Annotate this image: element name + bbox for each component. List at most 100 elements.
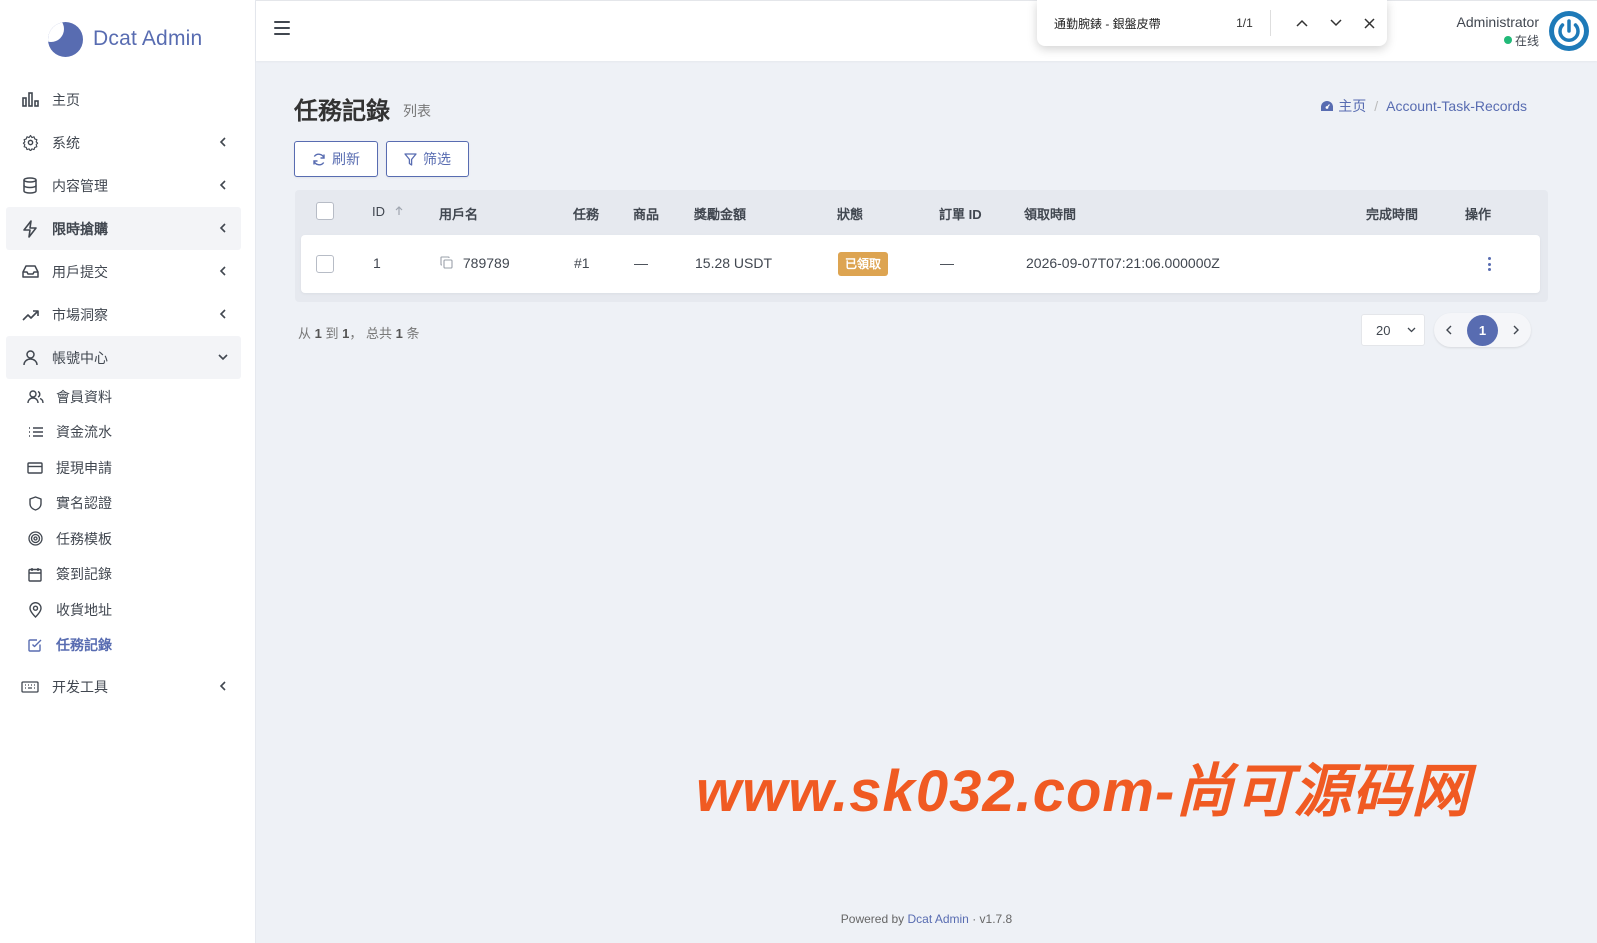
breadcrumb: 主页 / Account-Task-Records <box>1320 96 1527 116</box>
sidebar-item-account-center[interactable]: 帳號中心 <box>6 336 241 379</box>
pagination: 1 <box>1434 313 1531 347</box>
chevron-left-icon <box>219 309 226 319</box>
footer-link[interactable]: Dcat Admin <box>907 912 968 926</box>
sidebar-item-content[interactable]: 内容管理 <box>6 164 241 207</box>
column-header-completed-at: 完成時間 <box>1366 207 1419 222</box>
sidebar-subitem-verification[interactable]: 實名認證 <box>0 486 255 522</box>
sidebar-item-system[interactable]: 系统 <box>6 121 241 164</box>
summary-total-label: ， 总共 <box>349 326 392 341</box>
next-page-button[interactable] <box>1507 321 1525 339</box>
close-icon <box>1364 17 1375 29</box>
copy-icon[interactable] <box>440 256 453 269</box>
watermark: www.sk032.com-尚可源码网 <box>696 759 1471 824</box>
sidebar-subitem-label: 任務模板 <box>56 530 112 547</box>
find-next-button[interactable] <box>1319 10 1353 36</box>
sidebar-item-submissions[interactable]: 用戶提交 <box>6 250 241 293</box>
summary-total: 1 <box>395 326 403 341</box>
sidebar-subitem-checkin-records[interactable]: 簽到記錄 <box>0 557 255 593</box>
chevron-left-icon <box>219 137 226 147</box>
footer-powered-by: Powered by <box>840 912 905 926</box>
chevron-left-icon <box>219 180 226 190</box>
sidebar-item-flash-sale[interactable]: 限時搶購 <box>6 207 241 250</box>
list-icon <box>26 423 44 441</box>
sidebar-menu: 主页 系统 内容管理 限時搶購 用戶提交 市場洞察 帳號中心 <box>0 78 255 379</box>
sidebar-item-home[interactable]: 主页 <box>6 78 241 121</box>
sidebar-item-label: 帳號中心 <box>52 349 108 366</box>
check-square-icon <box>26 636 44 654</box>
previous-page-button[interactable] <box>1440 321 1458 339</box>
refresh-label: 刷新 <box>332 151 360 167</box>
cell-id: 1 <box>373 255 381 271</box>
status-badge: 已領取 <box>838 252 889 276</box>
find-bar: 通勤腕錶 - 銀盤皮帶 1/1 <box>1037 0 1387 46</box>
sidebar-item-label: 主页 <box>52 91 80 108</box>
find-count: 1/1 <box>1236 16 1253 30</box>
sidebar-item-label: 用戶提交 <box>52 263 108 280</box>
cell-order-id: — <box>940 255 954 271</box>
column-header-claimed-at: 領取時間 <box>1024 207 1077 222</box>
sidebar-item-market-insight[interactable]: 市場洞察 <box>6 293 241 336</box>
chevron-down-icon <box>218 354 228 361</box>
table-row: 1 789789 #1 — 15.28 USDT 已領取 — 2026-09-0… <box>301 235 1540 293</box>
bar-chart-icon <box>20 90 40 110</box>
filter-button[interactable]: 筛选 <box>386 141 469 177</box>
sidebar-subitem-task-templates[interactable]: 任務模板 <box>0 521 255 557</box>
per-page-select[interactable]: 20 <box>1361 314 1425 346</box>
avatar[interactable] <box>1549 11 1589 51</box>
map-pin-icon <box>26 601 44 619</box>
footer: Powered by Dcat Admin · v1.7.8 <box>256 912 1597 926</box>
records-table: ID 用戶名 任務 商品 獎勵金額 狀態 訂單 ID 領取時間 完成時間 操作 … <box>295 190 1548 302</box>
shield-icon <box>26 494 44 512</box>
row-actions-menu-icon[interactable] <box>1486 255 1492 273</box>
find-previous-button[interactable] <box>1285 10 1319 36</box>
menu-toggle-icon[interactable] <box>274 21 290 35</box>
sidebar-subitem-fund-flow[interactable]: 資金流水 <box>0 415 255 451</box>
row-checkbox[interactable] <box>316 255 334 273</box>
column-header-order-id: 訂單 ID <box>939 207 982 222</box>
sidebar-subitem-task-records[interactable]: 任務記錄 <box>0 628 255 664</box>
select-all-checkbox[interactable] <box>316 202 334 220</box>
cell-reward: 15.28 USDT <box>695 255 773 271</box>
brand[interactable]: Dcat Admin <box>0 0 255 78</box>
breadcrumb-home[interactable]: 主页 <box>1320 96 1366 116</box>
sidebar-subitem-shipping-addresses[interactable]: 收貨地址 <box>0 592 255 628</box>
find-close-button[interactable] <box>1353 10 1387 36</box>
sidebar-subitem-withdrawals[interactable]: 提現申請 <box>0 450 255 486</box>
gear-icon <box>20 133 40 153</box>
sidebar-subitem-label: 簽到記錄 <box>56 566 112 583</box>
column-header-reward: 獎勵金額 <box>694 207 747 222</box>
chevron-down-icon <box>1330 19 1342 27</box>
table-header: ID 用戶名 任務 商品 獎勵金額 狀態 訂單 ID 領取時間 完成時間 操作 <box>295 190 1548 234</box>
cell-task: #1 <box>574 255 590 271</box>
column-header-username: 用戶名 <box>439 207 479 222</box>
credit-card-icon <box>26 459 44 477</box>
sidebar-item-label: 系统 <box>52 134 80 151</box>
chevron-left-icon <box>219 681 226 691</box>
page-number-current[interactable]: 1 <box>1467 314 1498 346</box>
summary-from: 1 <box>314 326 322 341</box>
keyboard-icon <box>20 677 40 697</box>
cell-username: 789789 <box>440 255 510 271</box>
refresh-button[interactable]: 刷新 <box>294 141 378 177</box>
cell-product: — <box>634 255 648 271</box>
per-page-value: 20 <box>1376 322 1391 338</box>
sidebar-subitem-label: 任務記錄 <box>56 637 112 654</box>
find-divider <box>1269 10 1271 36</box>
sidebar-item-label: 限時搶購 <box>52 220 108 237</box>
page-title: 任務記錄 <box>294 98 390 125</box>
page-subtitle: 列表 <box>403 103 431 119</box>
topbar: Administrator 在线 <box>256 0 1597 61</box>
find-query[interactable]: 通勤腕錶 - 銀盤皮帶 <box>1054 15 1215 32</box>
column-header-status: 狀態 <box>837 207 864 222</box>
power-logo-icon <box>1550 12 1588 50</box>
pagination-summary: 从 1 到 1， 总共 1 条 <box>298 323 420 342</box>
logo-icon <box>48 21 83 57</box>
user-menu[interactable]: Administrator 在线 <box>1457 11 1589 51</box>
column-header-id[interactable]: ID <box>372 204 403 219</box>
sidebar-subitem-label: 會員資料 <box>56 388 112 405</box>
chevron-left-icon <box>219 223 226 233</box>
sidebar-item-devtools[interactable]: 开发工具 <box>6 665 241 708</box>
breadcrumb-separator: / <box>1374 98 1379 114</box>
sidebar-subitem-member-profiles[interactable]: 會員資料 <box>0 379 255 415</box>
column-id-label: ID <box>372 204 385 219</box>
